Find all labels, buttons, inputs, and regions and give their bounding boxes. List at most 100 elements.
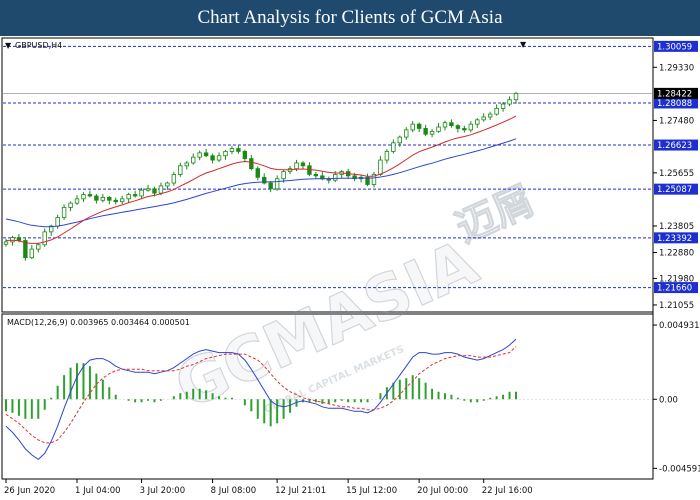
candle-body — [165, 182, 170, 187]
chart-shift-icon[interactable]: ▼ — [520, 40, 527, 49]
candle-body — [229, 148, 235, 152]
candle-body — [184, 162, 189, 167]
candle-body — [126, 194, 131, 200]
level-box-label: 1.25087 — [657, 185, 692, 195]
candle-body — [429, 130, 435, 135]
time-tick-label: 22 Jul 16:00 — [482, 486, 533, 496]
candle-body — [29, 248, 35, 259]
candle-body — [113, 199, 118, 203]
candle-body — [16, 237, 22, 241]
candle-body — [249, 158, 254, 170]
candle-body — [442, 122, 448, 128]
candle-body — [216, 155, 222, 161]
price-tick-label: 1.23805 — [659, 222, 694, 232]
candle-body — [61, 207, 67, 218]
candle-body — [378, 159, 383, 175]
candle-body — [152, 188, 157, 194]
candle-body — [462, 128, 467, 131]
candle-body — [178, 165, 183, 175]
candle-body — [281, 171, 286, 180]
level-box-label: 1.23392 — [657, 234, 692, 244]
candle-body — [223, 151, 228, 157]
time-tick-label: 8 Jul 08:00 — [211, 486, 257, 496]
symbol-label: GBPUSD,H4 — [15, 41, 62, 50]
candle-body — [268, 182, 273, 190]
candle-body — [94, 195, 99, 201]
candle-body — [507, 99, 512, 105]
candle-body — [294, 162, 299, 170]
candle-body — [313, 174, 319, 177]
candle-body — [145, 188, 151, 191]
candle-body — [468, 123, 474, 131]
candle-body — [139, 189, 144, 197]
candle-body — [242, 151, 248, 160]
candle-body — [423, 128, 428, 135]
candle-body — [513, 93, 519, 101]
candle-body — [236, 148, 241, 152]
candle-body — [481, 116, 486, 121]
candle-body — [158, 185, 164, 194]
candle-body — [494, 107, 499, 115]
candle-body — [36, 244, 41, 250]
candle-body — [210, 155, 215, 161]
candle-body — [274, 178, 280, 190]
candle-body — [55, 217, 60, 227]
macd-tick-label: 0.00 — [659, 395, 678, 405]
chart-title-banner: Chart Analysis for Clients of GCM Asia — [0, 0, 700, 36]
time-tick-label: 15 Jul 12:00 — [346, 486, 397, 496]
candle-body — [107, 197, 112, 201]
macd-tick-label: -0.004591 — [659, 464, 700, 474]
level-box-label: 1.30059 — [657, 42, 692, 52]
level-box-label: 1.28088 — [657, 99, 692, 109]
candle-body — [391, 142, 396, 152]
candle-body — [81, 194, 86, 200]
candle-body — [416, 123, 422, 129]
candle-body — [404, 129, 409, 138]
banner-title: Chart Analysis for Clients of GCM Asia — [197, 7, 503, 28]
time-axis: 26 Jun 2020 1 Jul 04:00 3 Jul 20:00 8 Jul 0… — [4, 479, 533, 496]
candle-body — [87, 194, 93, 197]
macd-indicator-label: MACD(12,26,9) 0.003965 0.003464 0.000501 — [7, 318, 190, 327]
time-tick-label: 20 Jul 00:00 — [417, 486, 468, 496]
price-tick-label: 1.27480 — [659, 116, 694, 126]
candle-body — [191, 156, 196, 164]
candle-body — [397, 136, 402, 144]
macd-axis-ticks: 0.004931 0.00 -0.004591 — [653, 321, 700, 474]
price-tick-label: 1.21055 — [659, 301, 694, 311]
candle-body — [3, 241, 9, 245]
candle-body — [120, 198, 125, 203]
candle-body — [68, 202, 73, 208]
price-tick-label: 1.22880 — [659, 249, 694, 259]
candle-body — [100, 197, 106, 201]
candle-body — [410, 123, 415, 131]
current-price-box-label: 1.28422 — [657, 89, 692, 99]
time-tick-label: 1 Jul 04:00 — [75, 486, 121, 496]
macd-tick-label: 0.004931 — [659, 321, 700, 331]
level-box-label: 1.21660 — [657, 284, 692, 294]
candle-body — [74, 198, 80, 204]
time-tick-label: 26 Jun 2020 — [4, 486, 55, 496]
candle-body — [384, 151, 390, 161]
candle-body — [255, 168, 260, 178]
candle-body — [455, 125, 461, 129]
candle-body — [203, 152, 209, 157]
symbol-dropdown-icon[interactable]: ▼ — [5, 41, 12, 50]
time-tick-label: 12 Jul 21:01 — [275, 486, 326, 496]
candle-body — [436, 126, 441, 132]
candle-body — [197, 152, 202, 158]
candle-body — [475, 119, 480, 125]
candle-body — [132, 194, 138, 197]
candle-body — [300, 162, 306, 167]
time-tick-label: 3 Jul 20:00 — [140, 486, 186, 496]
price-tick-label: 1.25655 — [659, 169, 694, 179]
candle-body — [171, 174, 177, 184]
price-panel-frame — [1, 37, 654, 313]
level-box-label: 1.26623 — [657, 141, 692, 151]
candle-body — [500, 103, 506, 109]
gbpusd-h4-chart: GCMASIA GLOBAL CAPITAL MARKETS 迈屑 1.2933… — [1, 37, 700, 496]
candle-body — [333, 174, 338, 181]
candle-body — [449, 122, 454, 126]
price-tick-label: 1.29330 — [659, 63, 694, 73]
candle-body — [487, 113, 493, 118]
candle-body — [42, 231, 47, 246]
